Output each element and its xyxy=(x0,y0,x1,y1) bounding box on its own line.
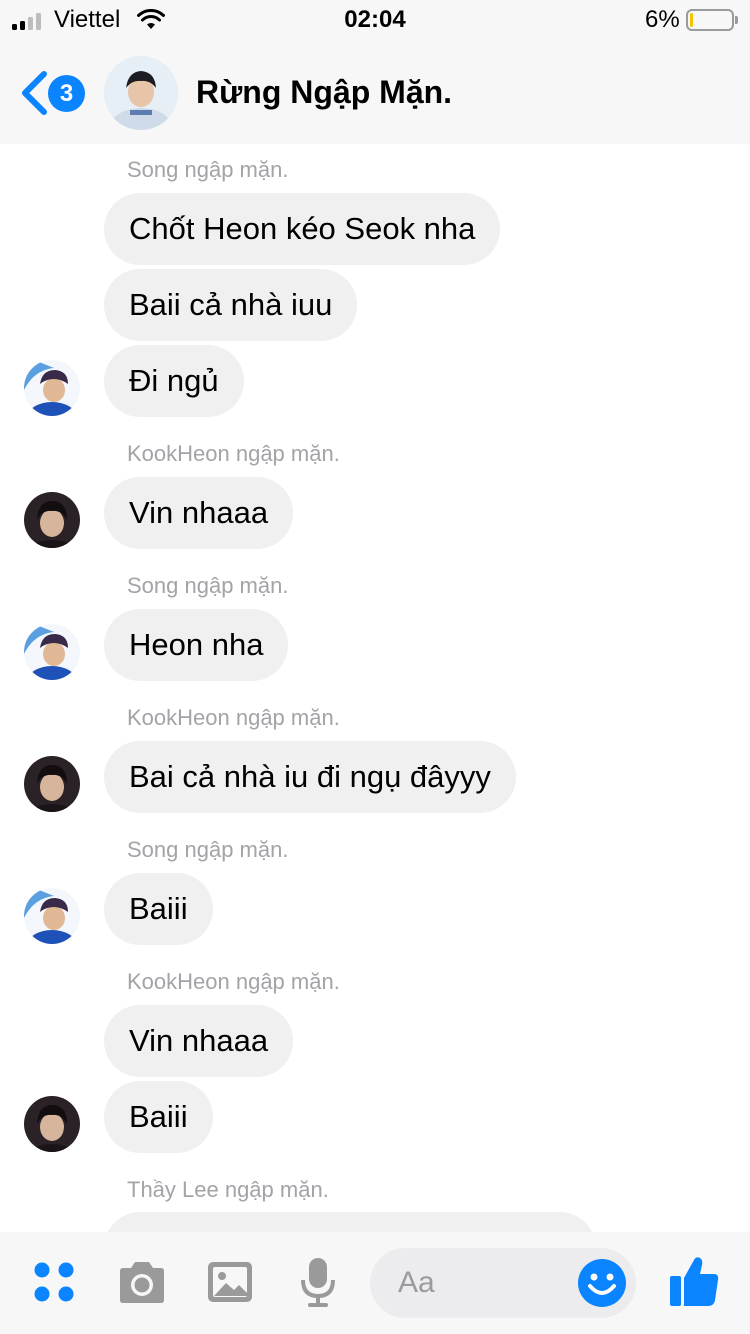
back-chevron-icon[interactable] xyxy=(18,70,50,116)
message-input[interactable] xyxy=(398,1262,568,1304)
battery-percent: 6% xyxy=(645,6,680,33)
composer-bar xyxy=(0,1232,750,1334)
message-bubble[interactable]: Chốt Heon kéo Seok nha xyxy=(104,193,501,265)
kookheon-avatar[interactable] xyxy=(24,756,80,812)
sender-label: Song ngập mặn. xyxy=(127,837,289,862)
unread-count-badge[interactable]: 3 xyxy=(48,75,85,112)
kookheon-avatar[interactable] xyxy=(24,1096,80,1152)
apps-grid-icon[interactable] xyxy=(32,1260,78,1306)
thumbs-up-icon[interactable] xyxy=(668,1254,720,1308)
conversation-title[interactable]: Rừng Ngập Mặn. xyxy=(196,74,452,111)
status-bar: Viettel 02:04 6% xyxy=(0,0,750,40)
song-avatar[interactable] xyxy=(24,888,80,944)
message-bubble[interactable]: Bai cả nhà iu đi ngụ đâyyy xyxy=(104,741,516,813)
sender-label: Thầy Lee ngập mặn. xyxy=(127,1177,329,1202)
sender-label: Song ngập mặn. xyxy=(127,573,289,598)
song-avatar[interactable] xyxy=(24,360,80,416)
sender-label: KookHeon ngập mặn. xyxy=(127,969,340,994)
message-input-container xyxy=(370,1248,636,1318)
sender-label: KookHeon ngập mặn. xyxy=(127,441,340,466)
message-bubble[interactable]: Đi ngủ xyxy=(104,345,244,417)
message-bubble[interactable]: Heon nha xyxy=(104,609,289,681)
microphone-icon[interactable] xyxy=(299,1256,337,1308)
message-bubble[interactable]: Vin nhaaa xyxy=(104,477,294,549)
message-bubble[interactable]: Vin nhaaa xyxy=(104,1005,294,1077)
battery-level xyxy=(690,13,693,27)
song-avatar[interactable] xyxy=(24,624,80,680)
camera-icon[interactable] xyxy=(116,1260,168,1306)
message-bubble[interactable]: Baii cả nhà iuu xyxy=(104,269,358,341)
sender-label: KookHeon ngập mặn. xyxy=(127,705,340,730)
group-avatar[interactable] xyxy=(104,56,178,130)
conversation-header: 3 Rừng Ngập Mặn. xyxy=(0,40,750,144)
clock: 02:04 xyxy=(344,6,406,33)
gallery-icon[interactable] xyxy=(206,1258,254,1306)
kookheon-avatar[interactable] xyxy=(24,492,80,548)
message-bubble[interactable]: Baiii xyxy=(104,873,213,945)
message-bubble[interactable]: Baiii xyxy=(104,1081,213,1153)
emoji-icon[interactable] xyxy=(577,1258,627,1308)
battery-icon xyxy=(686,9,738,31)
sender-label: Song ngập mặn. xyxy=(127,157,289,182)
